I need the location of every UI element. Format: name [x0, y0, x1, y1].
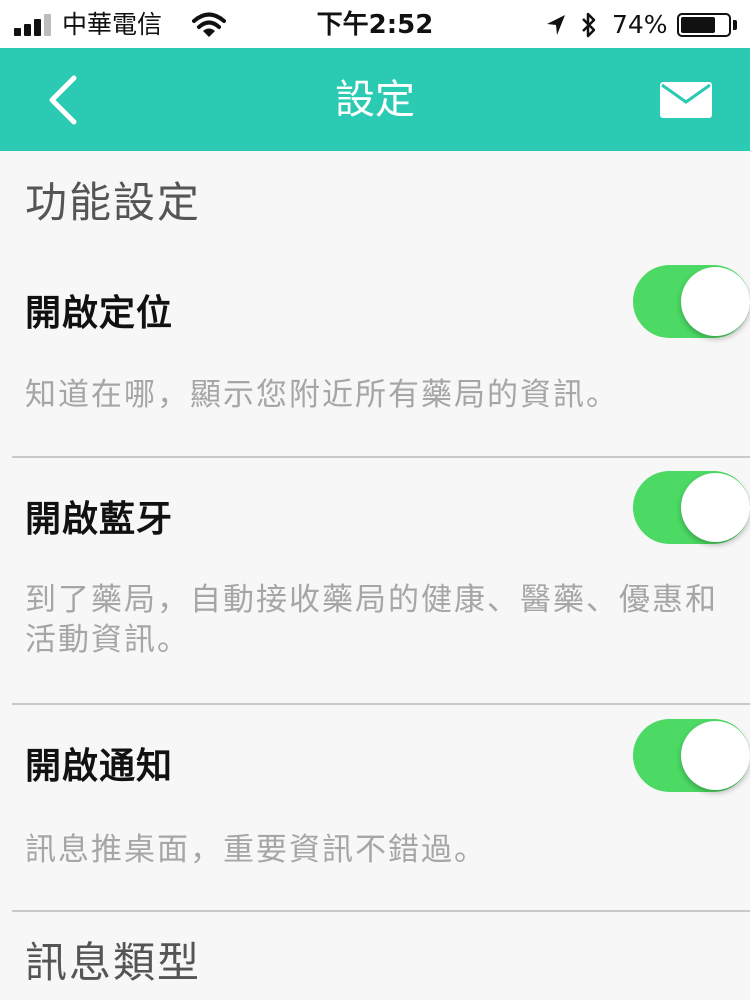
setting-title-notifications: 開啟通知 [25, 746, 174, 787]
envelope-icon [660, 82, 712, 118]
toggle-knob [681, 473, 750, 542]
divider [12, 910, 750, 912]
divider [12, 456, 750, 458]
setting-desc-bluetooth: 到了藥局，自動接收藥局的健康、醫藥、優惠和活動資訊。 [25, 582, 718, 658]
notifications-toggle[interactable] [633, 719, 750, 792]
section-header-message-types: 訊息類型 [25, 938, 202, 987]
toggle-knob [681, 267, 750, 336]
bluetooth-toggle[interactable] [633, 471, 750, 544]
battery-level-fill [681, 17, 716, 33]
mail-button[interactable] [660, 82, 712, 118]
setting-title-bluetooth: 開啟藍牙 [25, 499, 174, 540]
battery-icon [677, 13, 731, 37]
status-bar: 中華電信 下午2:52 74% [0, 0, 750, 48]
bluetooth-icon [582, 12, 596, 38]
setting-desc-location: 知道在哪，顯示您附近所有藥局的資訊。 [25, 377, 619, 413]
location-toggle[interactable] [633, 265, 750, 338]
nav-bar: 設定 [0, 48, 750, 151]
battery-tip [733, 20, 737, 30]
battery-percent: 74% [612, 10, 668, 39]
setting-title-location: 開啟定位 [25, 293, 174, 334]
setting-desc-notifications: 訊息推桌面，重要資訊不錯過。 [25, 832, 487, 868]
location-arrow-icon [547, 15, 565, 35]
page-title: 設定 [335, 77, 415, 123]
section-header-function-settings: 功能設定 [25, 178, 202, 227]
divider [12, 703, 750, 705]
toggle-knob [681, 721, 750, 790]
